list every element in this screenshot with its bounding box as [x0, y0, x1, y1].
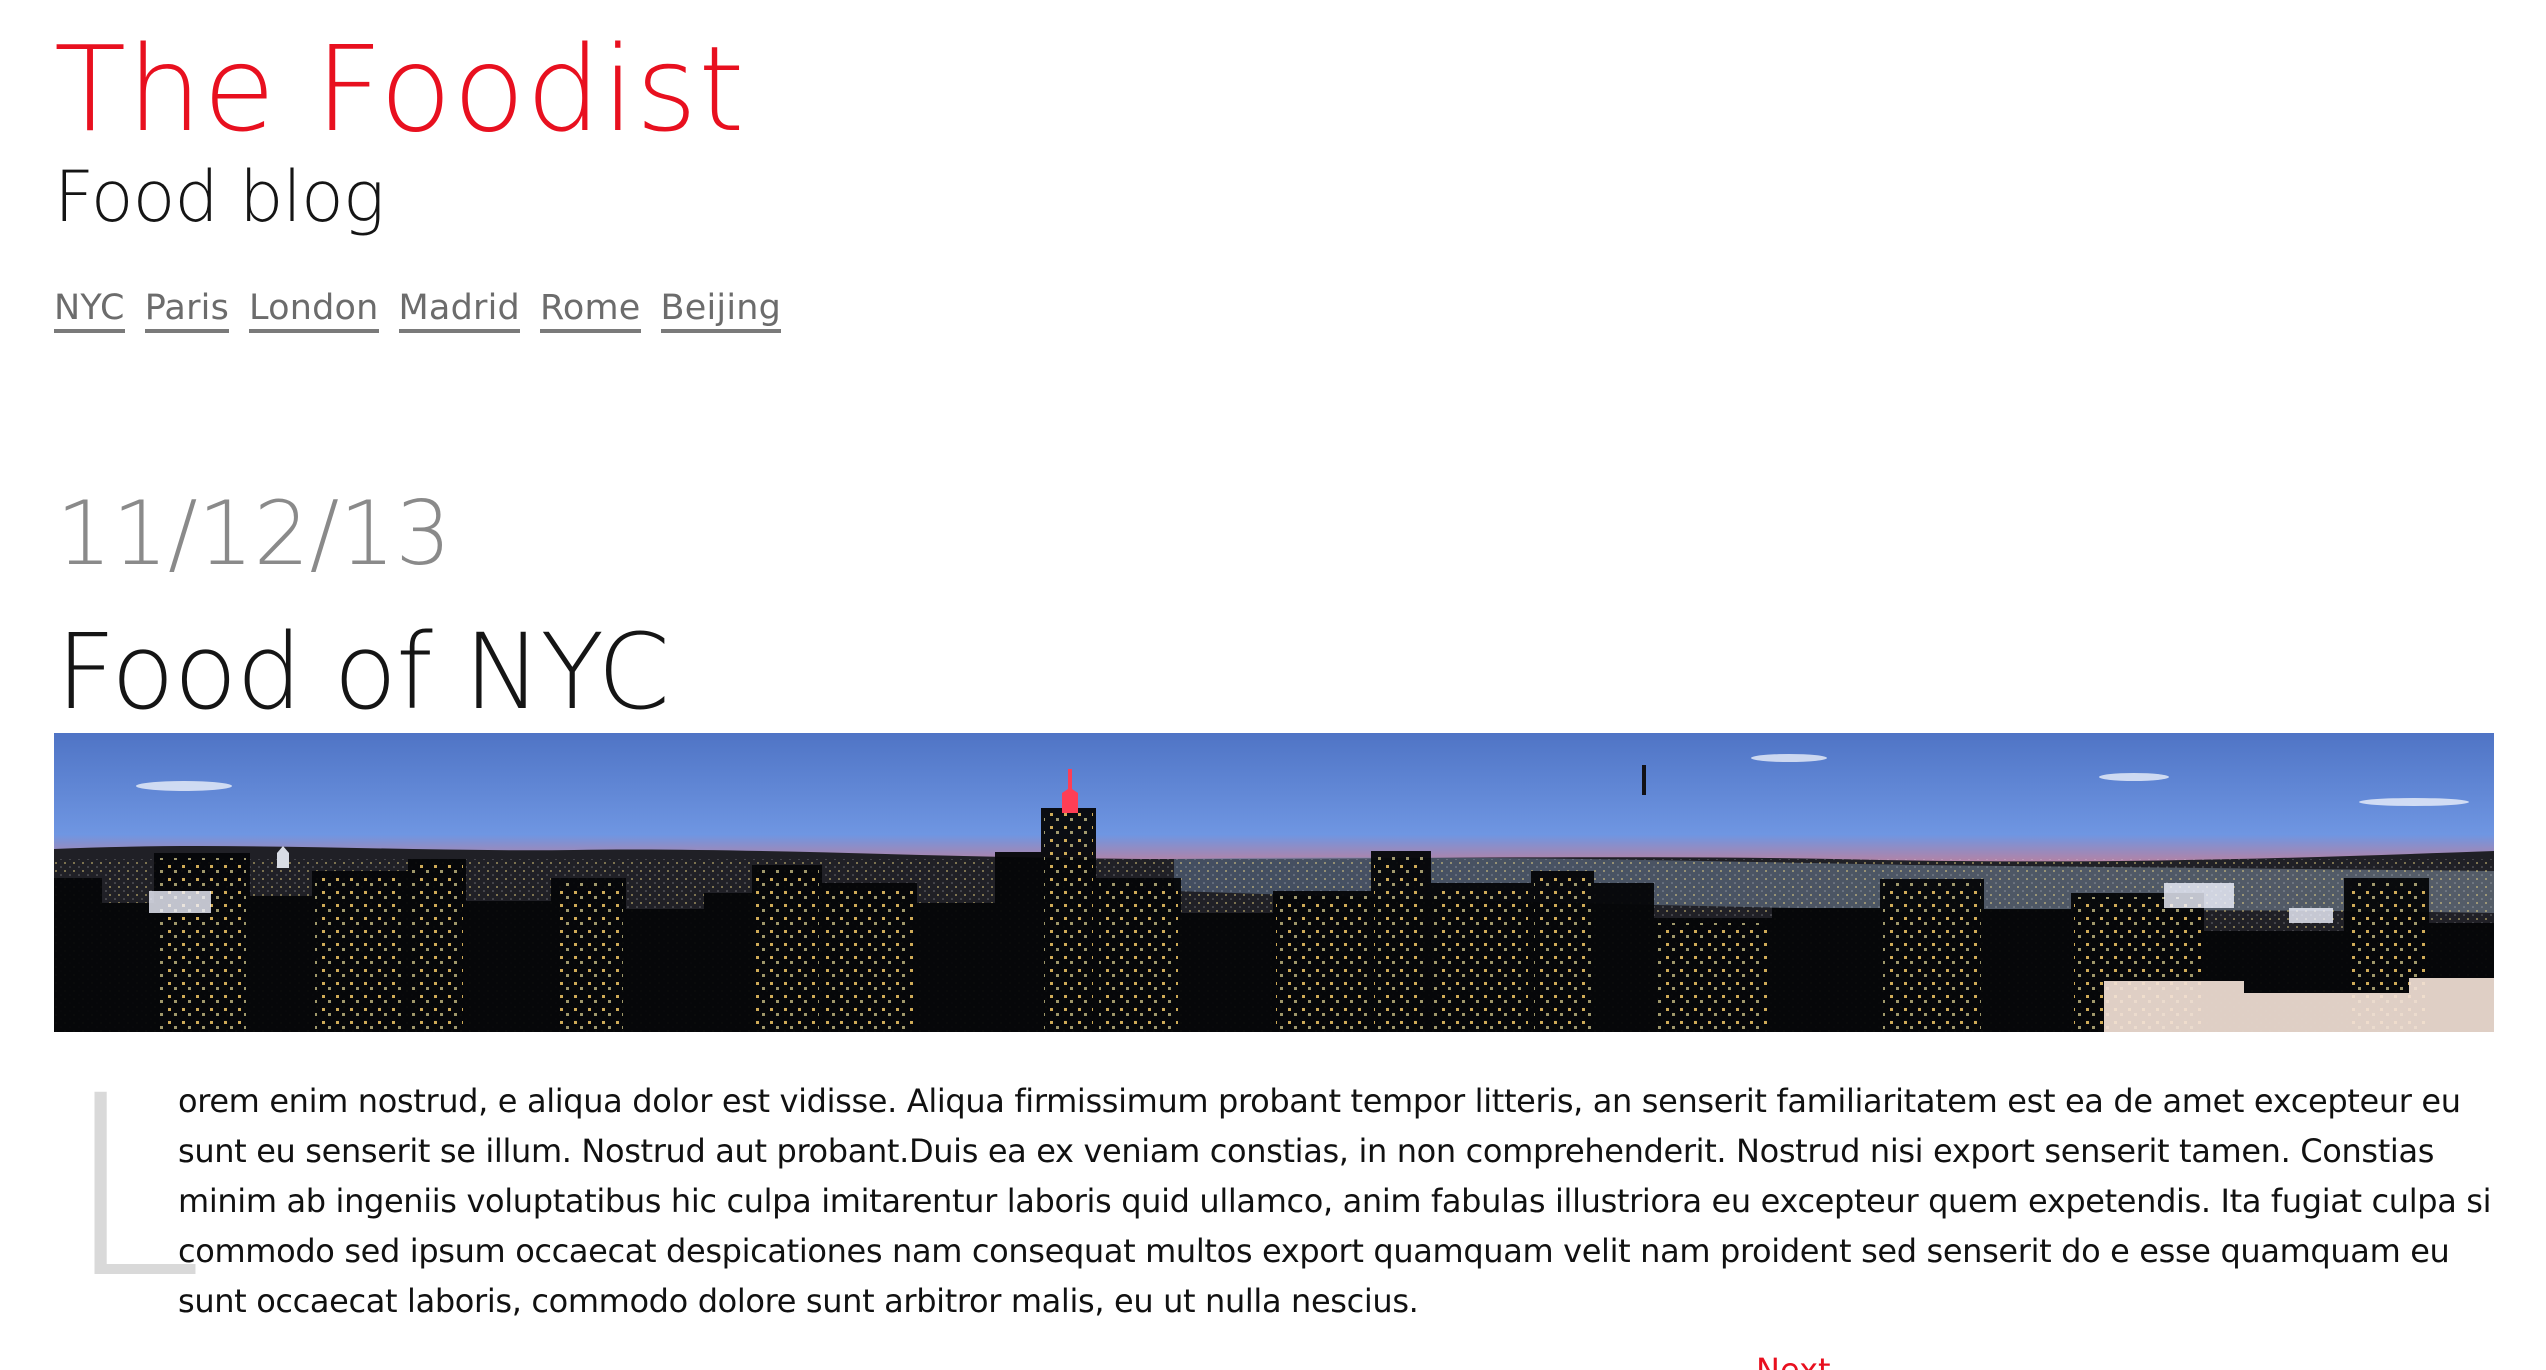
post-date: 11/12/13	[56, 482, 452, 585]
nav-link-paris[interactable]: Paris	[144, 290, 230, 333]
drop-cap: L	[64, 1042, 204, 1333]
city-navigation: NYC Paris London Madrid Rome Beijing	[54, 290, 782, 333]
nav-link-madrid[interactable]: Madrid	[398, 290, 520, 333]
site-title[interactable]: The Foodist	[54, 30, 745, 148]
post-title: Food of NYC	[56, 611, 670, 733]
blog-page: The Foodist Food blog NYC Paris London M…	[0, 0, 2546, 1370]
site-tagline: Food blog	[54, 156, 385, 238]
post-body: orem enim nostrud, e aliqua dolor est vi…	[178, 1082, 2492, 1320]
next-post-link[interactable]: Next	[1756, 1354, 1831, 1370]
site-header: The Foodist Food blog	[54, 30, 745, 232]
nav-link-nyc[interactable]: NYC	[54, 290, 125, 333]
nyc-skyline-photo	[54, 733, 2494, 1032]
nav-link-beijing[interactable]: Beijing	[660, 290, 782, 333]
nav-link-london[interactable]: London	[249, 290, 379, 333]
nav-link-rome[interactable]: Rome	[539, 290, 641, 333]
